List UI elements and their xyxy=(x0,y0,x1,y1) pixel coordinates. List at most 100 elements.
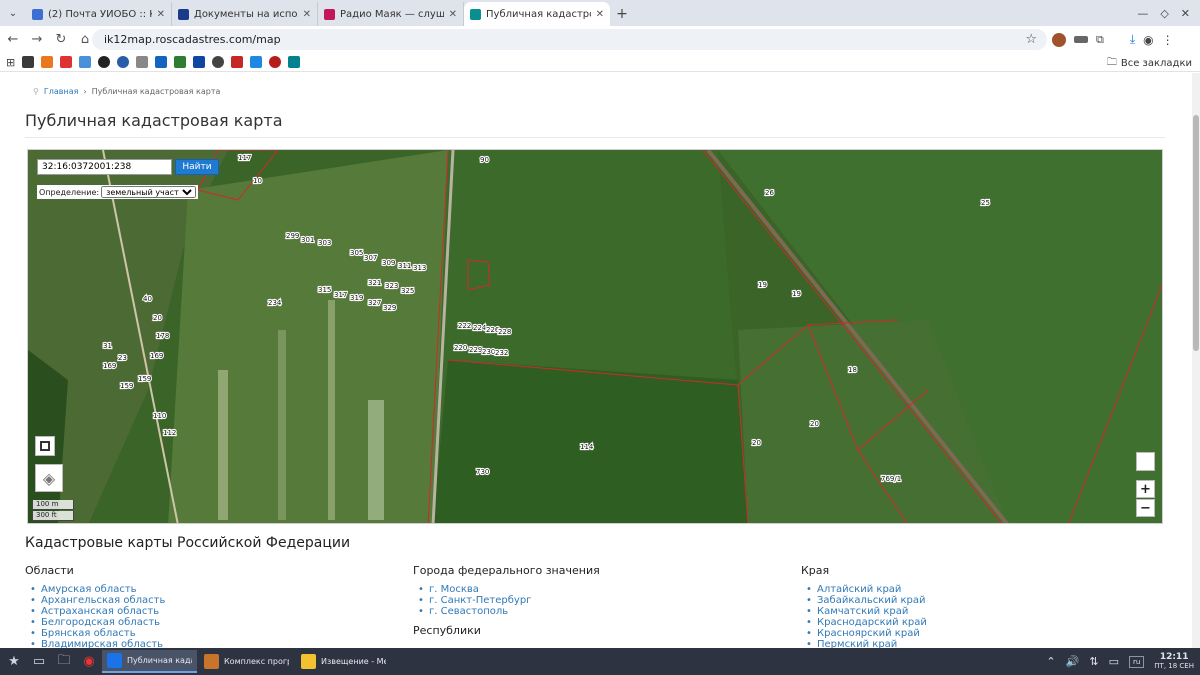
parcel-label[interactable]: 232 xyxy=(494,348,510,358)
taskbar-app-browser[interactable]: Публичная када... xyxy=(102,650,197,673)
parcel-label[interactable]: 10 xyxy=(252,176,263,186)
close-tab-icon[interactable]: ✕ xyxy=(303,9,311,20)
parcel-label[interactable]: 19 xyxy=(791,289,802,299)
parcel-label[interactable]: 229 xyxy=(468,345,484,355)
parcel-label[interactable]: 307 xyxy=(363,253,379,263)
puzzle-icon[interactable]: ⧉ xyxy=(1096,33,1104,47)
volume-icon[interactable]: 🔊 xyxy=(1066,655,1080,668)
parcel-label[interactable]: 20 xyxy=(152,313,163,323)
bookmark-icon[interactable] xyxy=(41,56,54,68)
parcel-label[interactable]: 159 xyxy=(119,381,135,391)
parcel-label[interactable]: 313 xyxy=(412,263,428,273)
parcel-label[interactable]: 90 xyxy=(479,155,490,165)
apps-grid-icon[interactable]: ⊞ xyxy=(6,56,15,69)
parcel-label[interactable]: 329 xyxy=(382,303,398,313)
parcel-label[interactable]: 19 xyxy=(757,280,768,290)
close-tab-icon[interactable]: ✕ xyxy=(449,9,457,20)
parcel-label[interactable]: 321 xyxy=(367,278,383,288)
oblast-link[interactable]: Амурская область xyxy=(25,584,385,595)
tab-mail[interactable]: (2) Почта УИОБО :: Корз ✕ xyxy=(26,2,172,26)
desktop-icon[interactable]: ▭ xyxy=(28,651,50,673)
extension-icon[interactable] xyxy=(1074,36,1088,43)
extension-icon[interactable] xyxy=(1052,32,1066,47)
parcel-label[interactable]: 31 xyxy=(102,341,113,351)
parcel-label[interactable]: 20 xyxy=(809,419,820,429)
download-icon[interactable]: ⤓ xyxy=(1130,32,1135,47)
parcel-label[interactable]: 317 xyxy=(333,290,349,300)
cadastral-map[interactable]: 117 10 90 25 26 19 19 18 20 20 114 730 769/1 169 159 40… xyxy=(27,149,1163,524)
parcel-label[interactable]: 20 xyxy=(751,438,762,448)
zoom-out-button[interactable]: − xyxy=(1136,499,1155,517)
parcel-label[interactable]: 25 xyxy=(980,198,991,208)
taskbar-app-notice[interactable]: Извещение - Ме... xyxy=(296,650,391,673)
bookmark-icon[interactable] xyxy=(136,56,149,68)
browser-launcher-icon[interactable]: ◉ xyxy=(78,651,100,673)
bookmark-icon[interactable] xyxy=(193,56,206,68)
start-star-icon[interactable]: ★ xyxy=(3,651,25,673)
parcel-label[interactable]: 228 xyxy=(497,327,513,337)
parcel-label[interactable]: 319 xyxy=(349,293,365,303)
parcel-label[interactable]: 110 xyxy=(152,411,168,421)
back-arrow-icon[interactable]: ← xyxy=(2,29,24,51)
network-icon[interactable]: ⇅ xyxy=(1089,655,1098,668)
parcel-label[interactable]: 224 xyxy=(472,323,488,333)
parcel-label[interactable]: 730 xyxy=(475,467,491,477)
breadcrumb-home-link[interactable]: Главная xyxy=(44,87,79,96)
parcel-label[interactable]: 222 xyxy=(457,321,473,331)
parcel-label[interactable]: 117 xyxy=(237,153,253,163)
city-link[interactable]: г. Санкт-Петербург xyxy=(413,595,773,606)
definition-select[interactable]: земельный участок xyxy=(101,186,197,198)
bookmark-icon[interactable] xyxy=(212,56,225,68)
close-tab-icon[interactable]: ✕ xyxy=(596,9,604,20)
parcel-label[interactable]: 40 xyxy=(142,294,153,304)
parcel-label[interactable]: 325 xyxy=(400,286,416,296)
parcel-label[interactable]: 159 xyxy=(137,374,153,384)
battery-icon[interactable]: ▭ xyxy=(1109,655,1119,668)
oblast-link[interactable]: Астраханская область xyxy=(25,606,385,617)
parcel-label[interactable]: 220 xyxy=(453,343,469,353)
new-tab-button[interactable]: + xyxy=(610,2,634,26)
parcel-label[interactable]: 311 xyxy=(397,261,413,271)
bookmark-icon[interactable] xyxy=(269,56,282,68)
parcel-label[interactable]: 114 xyxy=(579,442,595,452)
layers-button[interactable]: ◈ xyxy=(35,464,63,492)
menu-kebab-icon[interactable]: ⋮ xyxy=(1162,33,1174,47)
parcel-label[interactable]: 230 xyxy=(481,347,497,357)
bookmark-icon[interactable] xyxy=(98,56,111,68)
tray-up-icon[interactable]: ⌃ xyxy=(1046,655,1055,668)
keyboard-layout[interactable]: ru xyxy=(1128,655,1145,668)
parcel-label[interactable]: 301 xyxy=(300,235,316,245)
parcel-label[interactable]: 18 xyxy=(847,365,858,375)
close-window-icon[interactable]: ✕ xyxy=(1181,7,1190,20)
parcel-label[interactable]: 305 xyxy=(349,248,365,258)
page-scrollbar[interactable] xyxy=(1192,73,1200,648)
reload-icon[interactable]: ↻ xyxy=(50,29,72,51)
parcel-label[interactable]: 234 xyxy=(267,298,283,308)
krai-link[interactable]: Пермский край xyxy=(801,639,1161,648)
parcel-label[interactable]: 309 xyxy=(381,258,397,268)
close-tab-icon[interactable]: ✕ xyxy=(157,9,165,20)
file-manager-icon[interactable]: 🗀 xyxy=(53,651,75,673)
city-link[interactable]: г. Севастополь xyxy=(413,606,773,617)
bookmark-icon[interactable] xyxy=(155,56,168,68)
satellite-map-layer[interactable]: 117109025261919182020114730769/116915940… xyxy=(28,150,1163,524)
bookmark-icon[interactable] xyxy=(288,56,301,68)
taskbar-app-complex[interactable]: Комплекс прогр... xyxy=(199,650,294,673)
cadastral-number-input[interactable] xyxy=(37,159,172,175)
address-bar[interactable]: ik12map.roscadastres.com/map ☆ xyxy=(92,29,1047,50)
parcel-label[interactable]: 323 xyxy=(384,281,400,291)
profile-icon[interactable]: ◉ xyxy=(1143,33,1153,47)
krai-link[interactable]: Алтайский край xyxy=(801,584,1161,595)
krai-link[interactable]: Красноярский край xyxy=(801,628,1161,639)
parcel-label[interactable]: 169 xyxy=(149,351,165,361)
oblast-link[interactable]: Белгородская область xyxy=(25,617,385,628)
bookmark-icon[interactable] xyxy=(250,56,263,68)
tab-documents[interactable]: Документы на исполнени ✕ xyxy=(172,2,318,26)
fullscreen-button[interactable] xyxy=(35,436,55,456)
url-text[interactable]: ik12map.roscadastres.com/map xyxy=(104,33,1025,46)
bookmark-icon[interactable] xyxy=(60,56,73,68)
parcel-label[interactable]: 169 xyxy=(102,361,118,371)
krai-link[interactable]: Камчатский край xyxy=(801,606,1161,617)
parcel-label[interactable]: 112 xyxy=(162,428,178,438)
bookmark-star-icon[interactable]: ☆ xyxy=(1025,32,1037,47)
